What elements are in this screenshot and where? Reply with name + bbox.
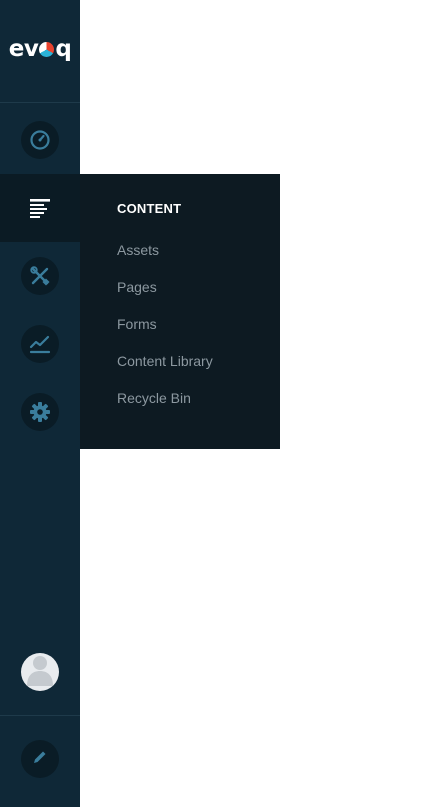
sidebar-item-dashboard[interactable] <box>0 106 80 174</box>
content-flyout-menu: CONTENT Assets Pages Forms Content Libra… <box>80 174 280 449</box>
gear-icon <box>29 401 51 423</box>
sidebar-item-manage[interactable] <box>0 242 80 310</box>
content-icon <box>29 197 51 219</box>
logo-text: ev q <box>8 35 72 62</box>
flyout-item-forms[interactable]: Forms <box>117 316 157 332</box>
brand-logo[interactable]: ev q <box>0 0 80 103</box>
sidebar-bottom-divider <box>0 715 80 716</box>
sidebar-item-analytics-circle <box>21 325 59 363</box>
flyout-item-pages[interactable]: Pages <box>117 279 157 295</box>
sidebar-item-settings-circle <box>21 393 59 431</box>
sidebar-item-dashboard-circle <box>21 121 59 159</box>
flyout-title: CONTENT <box>117 201 182 216</box>
edit-mode-button[interactable] <box>21 740 59 778</box>
sidebar-item-manage-circle <box>21 257 59 295</box>
user-avatar[interactable] <box>21 653 59 691</box>
logo-text-right: q <box>55 35 72 62</box>
tools-icon <box>29 265 51 287</box>
logo-text-left: ev <box>8 35 39 62</box>
flyout-item-assets[interactable]: Assets <box>117 242 159 258</box>
sidebar-item-settings[interactable] <box>0 378 80 446</box>
flyout-item-content-library[interactable]: Content Library <box>117 353 213 369</box>
gauge-icon <box>29 129 51 151</box>
sidebar-item-analytics[interactable] <box>0 310 80 378</box>
logo-mark-icon <box>39 41 55 57</box>
flyout-item-recycle-bin[interactable]: Recycle Bin <box>117 390 191 406</box>
sidebar-item-content[interactable] <box>0 174 80 242</box>
sidebar: ev q <box>0 0 80 807</box>
pencil-icon <box>32 749 48 770</box>
app-root: ev q CONTENT Assets Pages Forms Content … <box>0 0 443 807</box>
chart-icon <box>29 333 51 355</box>
sidebar-item-content-circle <box>21 189 59 227</box>
user-avatar-icon <box>21 653 59 691</box>
